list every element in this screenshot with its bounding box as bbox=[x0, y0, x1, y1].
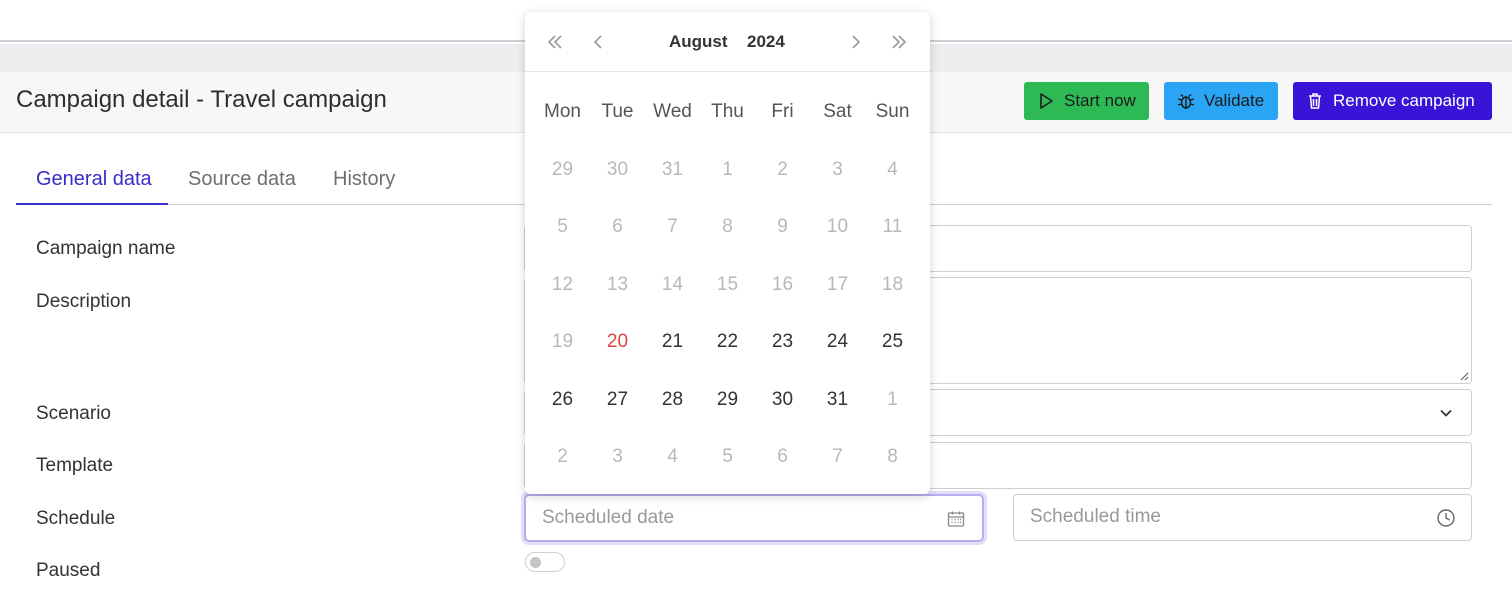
prev-month-icon[interactable] bbox=[586, 30, 610, 54]
calendar-day[interactable]: 2 bbox=[755, 159, 810, 181]
paused-toggle[interactable] bbox=[525, 552, 565, 572]
calendar-day[interactable]: 2 bbox=[535, 446, 590, 468]
calendar-day[interactable]: 6 bbox=[755, 446, 810, 468]
calendar-day[interactable]: 18 bbox=[865, 274, 920, 296]
clock-icon[interactable] bbox=[1436, 508, 1456, 528]
remove-campaign-label: Remove campaign bbox=[1333, 91, 1475, 110]
calendar-day[interactable]: 10 bbox=[810, 216, 865, 238]
weekday-fri: Fri bbox=[771, 101, 794, 122]
weekday-wed: Wed bbox=[653, 101, 692, 122]
page-title: Campaign detail - Travel campaign bbox=[16, 86, 387, 113]
weekday-sat: Sat bbox=[823, 101, 852, 122]
calendar-day[interactable]: 14 bbox=[645, 274, 700, 296]
start-now-button[interactable]: Start now bbox=[1024, 82, 1149, 120]
calendar-day[interactable]: 1 bbox=[700, 159, 755, 181]
calendar-day[interactable]: 20 bbox=[590, 331, 645, 353]
schedule-label: Schedule bbox=[36, 508, 116, 529]
calendar-day[interactable]: 6 bbox=[590, 216, 645, 238]
campaign-name-label: Campaign name bbox=[36, 238, 176, 259]
calendar-day[interactable]: 5 bbox=[535, 216, 590, 238]
scenario-label: Scenario bbox=[36, 403, 111, 424]
calendar-day[interactable]: 13 bbox=[590, 274, 645, 296]
next-year-icon[interactable] bbox=[887, 30, 911, 54]
calendar-day[interactable]: 4 bbox=[645, 446, 700, 468]
scheduled-time-input[interactable] bbox=[1013, 494, 1472, 541]
weekday-mon: Mon bbox=[544, 101, 581, 122]
chevron-down-icon bbox=[1440, 409, 1452, 417]
calendar-day[interactable]: 7 bbox=[810, 446, 865, 468]
calendar-day[interactable]: 7 bbox=[645, 216, 700, 238]
validate-label: Validate bbox=[1204, 91, 1265, 110]
calendar-day[interactable]: 4 bbox=[865, 159, 920, 181]
calendar-day[interactable]: 15 bbox=[700, 274, 755, 296]
calendar-day[interactable]: 8 bbox=[700, 216, 755, 238]
template-label: Template bbox=[36, 455, 114, 476]
calendar-day[interactable]: 11 bbox=[865, 216, 920, 238]
prev-year-icon[interactable] bbox=[543, 30, 567, 54]
picker-year[interactable]: 2024 bbox=[747, 32, 785, 52]
trash-icon bbox=[1309, 93, 1321, 109]
weekday-tue: Tue bbox=[601, 101, 634, 122]
calendar-day[interactable]: 30 bbox=[755, 389, 810, 411]
calendar-day[interactable]: 29 bbox=[700, 389, 755, 411]
calendar-day[interactable]: 21 bbox=[645, 331, 700, 353]
bug-icon bbox=[1177, 94, 1195, 109]
calendar-day[interactable]: 17 bbox=[810, 274, 865, 296]
next-month-icon[interactable] bbox=[844, 30, 868, 54]
calendar-day[interactable]: 1 bbox=[865, 389, 920, 411]
weekday-sun: Sun bbox=[875, 101, 910, 122]
calendar-day[interactable]: 26 bbox=[535, 389, 590, 411]
calendar-day[interactable]: 31 bbox=[645, 159, 700, 181]
calendar-icon[interactable] bbox=[946, 509, 966, 529]
tab-history[interactable]: History bbox=[333, 168, 395, 205]
calendar-day[interactable]: 30 bbox=[590, 159, 645, 181]
calendar-day[interactable]: 29 bbox=[535, 159, 590, 181]
scheduled-date-input[interactable] bbox=[524, 494, 984, 542]
start-now-label: Start now bbox=[1064, 91, 1136, 110]
calendar-day[interactable]: 3 bbox=[810, 159, 865, 181]
tab-source-data[interactable]: Source data bbox=[188, 168, 296, 205]
weekday-thu: Thu bbox=[711, 101, 744, 122]
calendar-day[interactable]: 9 bbox=[755, 216, 810, 238]
tab-general-data[interactable]: General data bbox=[16, 168, 168, 205]
description-label: Description bbox=[36, 291, 132, 312]
validate-button[interactable]: Validate bbox=[1164, 82, 1278, 120]
calendar-day[interactable]: 27 bbox=[590, 389, 645, 411]
calendar-day[interactable]: 8 bbox=[865, 446, 920, 468]
scheduled-time-field[interactable] bbox=[1028, 505, 1408, 529]
remove-campaign-button[interactable]: Remove campaign bbox=[1293, 82, 1492, 120]
paused-label: Paused bbox=[36, 560, 101, 581]
toggle-knob bbox=[530, 557, 541, 568]
date-picker-header: August 2024 bbox=[525, 12, 930, 72]
calendar-day[interactable]: 16 bbox=[755, 274, 810, 296]
play-icon bbox=[1040, 93, 1053, 109]
calendar-day[interactable]: 19 bbox=[535, 331, 590, 353]
calendar-day[interactable]: 24 bbox=[810, 331, 865, 353]
calendar-day[interactable]: 22 bbox=[700, 331, 755, 353]
calendar-day[interactable]: 31 bbox=[810, 389, 865, 411]
calendar-day[interactable]: 12 bbox=[535, 274, 590, 296]
calendar-day[interactable]: 28 bbox=[645, 389, 700, 411]
calendar-day[interactable]: 23 bbox=[755, 331, 810, 353]
picker-month[interactable]: August bbox=[669, 32, 728, 52]
calendar-day[interactable]: 5 bbox=[700, 446, 755, 468]
calendar-day[interactable]: 3 bbox=[590, 446, 645, 468]
calendar-day[interactable]: 25 bbox=[865, 331, 920, 353]
resize-handle-icon[interactable] bbox=[1459, 371, 1469, 381]
scheduled-date-field[interactable] bbox=[540, 506, 920, 530]
date-picker-popup: August 2024 Mon Tue Wed Thu Fri Sat Sun 29 30 31… bbox=[525, 12, 930, 494]
